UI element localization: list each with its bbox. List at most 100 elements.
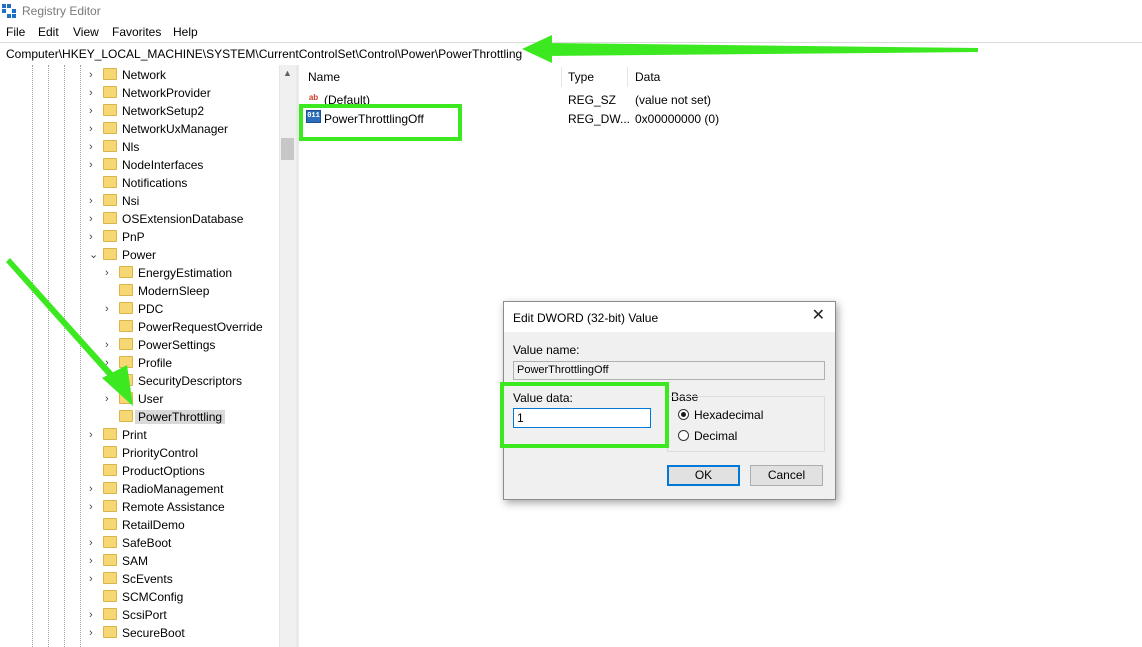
menu-file[interactable]: File xyxy=(6,25,25,39)
tree-item[interactable]: › Remote Assistance xyxy=(0,498,279,516)
address-path[interactable]: Computer\HKEY_LOCAL_MACHINE\SYSTEM\Curre… xyxy=(6,47,522,61)
tree-item[interactable]: › Profile xyxy=(0,354,279,372)
tree-item[interactable]: › SAM xyxy=(0,552,279,570)
tree-item[interactable]: › PDC xyxy=(0,300,279,318)
menu-favorites[interactable]: Favorites xyxy=(112,25,161,39)
chevron-right-icon[interactable]: › xyxy=(89,555,99,567)
tree-item[interactable]: SCMConfig xyxy=(0,588,279,606)
tree-item[interactable]: › Network xyxy=(0,66,279,84)
chevron-right-icon[interactable]: › xyxy=(105,393,115,405)
key-tree[interactable]: › Network › NetworkProvider › NetworkSetup2 › N… xyxy=(0,65,279,647)
chevron-right-icon[interactable]: › xyxy=(89,501,99,513)
chevron-right-icon[interactable]: › xyxy=(105,267,115,279)
window-title: Registry Editor xyxy=(22,4,101,18)
tree-item-label: SAM xyxy=(122,554,149,568)
tree-item[interactable]: SecurityDescriptors xyxy=(0,372,279,390)
chevron-right-icon[interactable]: › xyxy=(89,105,99,117)
tree-item[interactable]: › Print xyxy=(0,426,279,444)
tree-item[interactable]: › Nls xyxy=(0,138,279,156)
tree-item[interactable]: ⌄ Power xyxy=(0,246,279,264)
title-bar: Registry Editor xyxy=(0,0,1142,22)
tree-item[interactable]: › NetworkUxManager xyxy=(0,120,279,138)
chevron-right-icon[interactable]: › xyxy=(89,123,99,135)
folder-icon xyxy=(103,608,117,620)
folder-icon xyxy=(103,626,117,638)
tree-item[interactable]: › User xyxy=(0,390,279,408)
tree-item[interactable]: › ScEvents xyxy=(0,570,279,588)
string-value-icon: ab xyxy=(308,93,319,102)
scroll-up-icon[interactable]: ▲ xyxy=(283,68,292,78)
chevron-right-icon[interactable]: › xyxy=(105,357,115,369)
folder-icon xyxy=(103,446,117,458)
cancel-button[interactable]: Cancel xyxy=(750,465,823,486)
ok-button[interactable]: OK xyxy=(667,465,740,486)
chevron-right-icon[interactable]: › xyxy=(89,627,99,639)
tree-item[interactable]: PowerThrottling xyxy=(0,408,279,426)
chevron-right-icon[interactable]: › xyxy=(89,141,99,153)
tree-item[interactable]: › RadioManagement xyxy=(0,480,279,498)
tree-item-label: Print xyxy=(122,428,147,442)
tree-scrollbar[interactable]: ▲ xyxy=(279,65,296,647)
tree-item[interactable]: › NetworkProvider xyxy=(0,84,279,102)
radio-button-selected[interactable] xyxy=(678,409,689,420)
tree-item[interactable]: › NodeInterfaces xyxy=(0,156,279,174)
column-header-data[interactable]: Data xyxy=(635,70,660,84)
tree-item[interactable]: ModernSleep xyxy=(0,282,279,300)
tree-item-label: ScEvents xyxy=(122,572,173,586)
tree-item-label: SecureBoot xyxy=(122,626,185,640)
tree-item[interactable]: RetailDemo xyxy=(0,516,279,534)
chevron-right-icon[interactable]: › xyxy=(89,537,99,549)
folder-icon xyxy=(119,374,133,386)
folder-icon xyxy=(103,104,117,116)
value-name-label: Value name: xyxy=(513,343,580,357)
column-divider[interactable] xyxy=(561,67,562,87)
chevron-right-icon[interactable]: › xyxy=(89,213,99,225)
tree-item-label: PnP xyxy=(122,230,145,244)
tree-item[interactable]: › EnergyEstimation xyxy=(0,264,279,282)
tree-item-label: RadioManagement xyxy=(122,482,224,496)
scrollbar-thumb[interactable] xyxy=(281,138,294,160)
column-header-name[interactable]: Name xyxy=(308,70,340,84)
chevron-right-icon[interactable]: › xyxy=(89,87,99,99)
chevron-right-icon[interactable]: › xyxy=(89,609,99,621)
address-bar[interactable]: Computer\HKEY_LOCAL_MACHINE\SYSTEM\Curre… xyxy=(0,42,1142,66)
chevron-right-icon[interactable]: › xyxy=(89,159,99,171)
chevron-right-icon[interactable]: › xyxy=(89,69,99,81)
tree-item[interactable]: PriorityControl xyxy=(0,444,279,462)
tree-item[interactable]: › NetworkSetup2 xyxy=(0,102,279,120)
tree-item[interactable]: › ScsiPort xyxy=(0,606,279,624)
tree-item[interactable]: › SafeBoot xyxy=(0,534,279,552)
tree-item[interactable]: PowerRequestOverride xyxy=(0,318,279,336)
tree-item[interactable]: ProductOptions xyxy=(0,462,279,480)
chevron-right-icon[interactable]: › xyxy=(105,339,115,351)
tree-item[interactable]: › Nsi xyxy=(0,192,279,210)
tree-item-label: NetworkUxManager xyxy=(122,122,229,136)
folder-icon xyxy=(103,68,117,80)
chevron-right-icon[interactable]: › xyxy=(89,231,99,243)
radio-button[interactable] xyxy=(678,430,689,441)
folder-icon xyxy=(119,302,133,314)
close-icon[interactable]: ✕ xyxy=(812,308,825,324)
chevron-right-icon[interactable]: › xyxy=(89,483,99,495)
tree-item[interactable]: Notifications xyxy=(0,174,279,192)
column-header-type[interactable]: Type xyxy=(568,70,594,84)
menu-help[interactable]: Help xyxy=(173,25,198,39)
chevron-right-icon[interactable]: › xyxy=(89,429,99,441)
tree-item[interactable]: › OSExtensionDatabase xyxy=(0,210,279,228)
tree-item-label: NodeInterfaces xyxy=(122,158,204,172)
chevron-right-icon[interactable]: › xyxy=(89,573,99,585)
chevron-down-icon[interactable]: ⌄ xyxy=(89,249,99,261)
base-group xyxy=(667,396,825,452)
folder-icon xyxy=(103,500,117,512)
chevron-right-icon[interactable]: › xyxy=(105,303,115,315)
menu-view[interactable]: View xyxy=(73,25,99,39)
folder-icon xyxy=(119,392,133,404)
tree-item[interactable]: › PowerSettings xyxy=(0,336,279,354)
menu-edit[interactable]: Edit xyxy=(38,25,59,39)
tree-item-label: ScsiPort xyxy=(122,608,167,622)
tree-item[interactable]: › PnP xyxy=(0,228,279,246)
column-divider[interactable] xyxy=(627,67,628,87)
dialog-title-bar: Edit DWORD (32-bit) Value ✕ xyxy=(504,302,835,332)
chevron-right-icon[interactable]: › xyxy=(89,195,99,207)
tree-item[interactable]: › SecureBoot xyxy=(0,624,279,642)
